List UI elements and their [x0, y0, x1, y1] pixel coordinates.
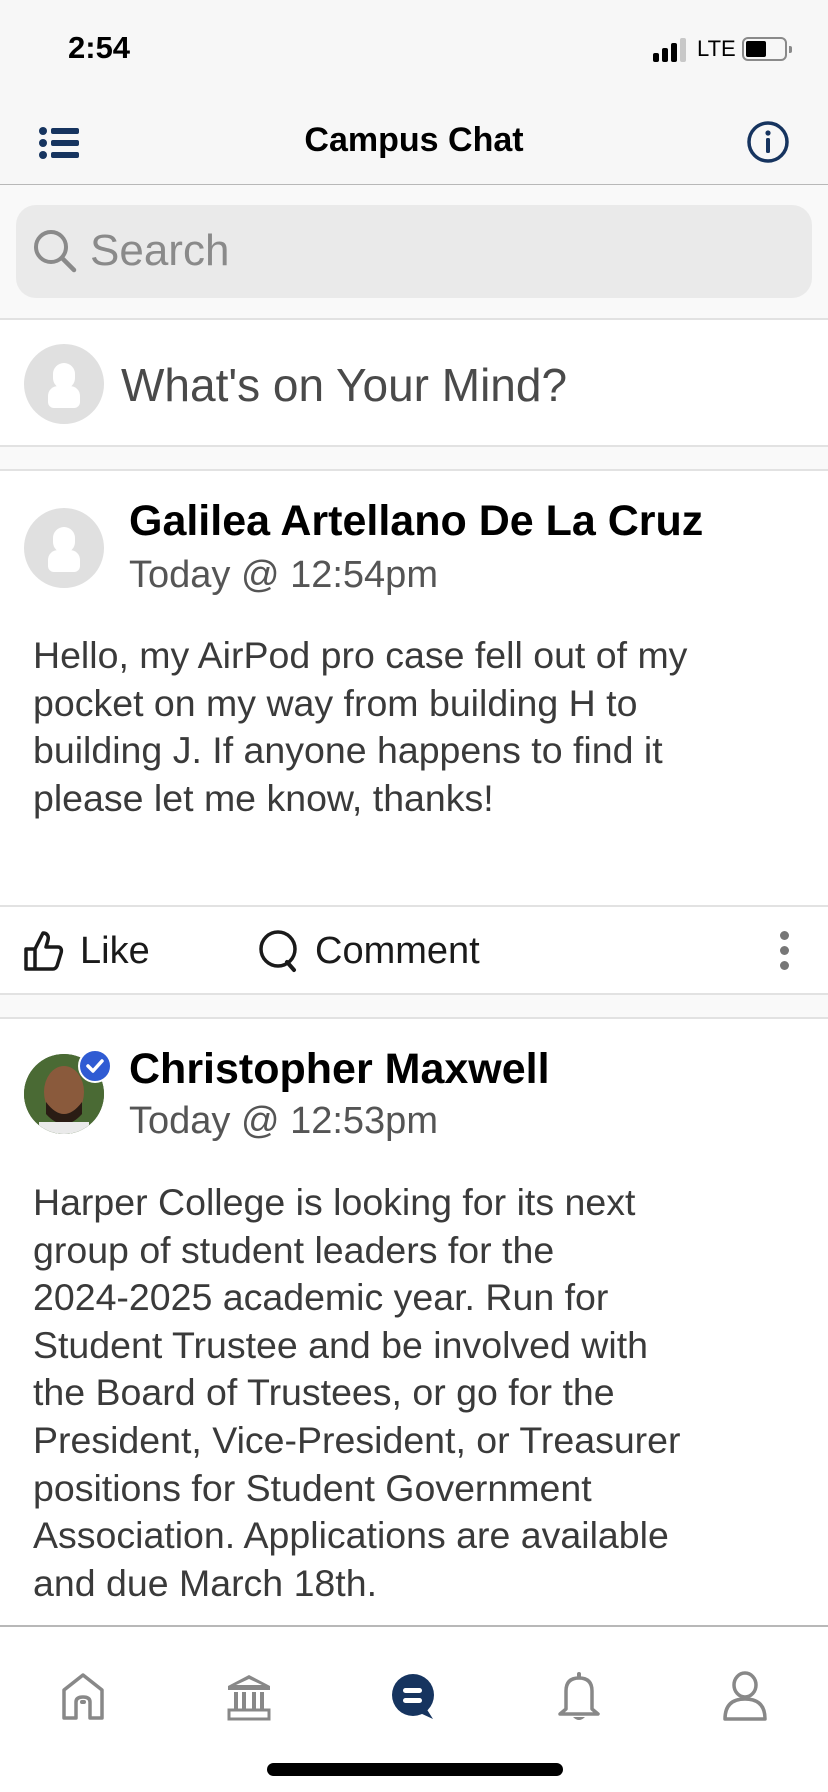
author-avatar[interactable]: [24, 508, 104, 588]
like-button[interactable]: Like: [22, 907, 150, 995]
like-label: Like: [80, 929, 150, 972]
search-input[interactable]: [90, 220, 790, 282]
post-timestamp: Today @ 12:53pm: [129, 1100, 438, 1142]
more-options-button[interactable]: [770, 929, 798, 973]
comment-button[interactable]: Comment: [257, 907, 480, 995]
post-body: Harper College is looking for its next g…: [33, 1181, 681, 1604]
post-author[interactable]: Christopher Maxwell: [129, 1045, 550, 1094]
post-author[interactable]: Galilea Artellano De La Cruz: [129, 497, 703, 546]
bell-icon: [558, 1672, 600, 1720]
chat-icon: [392, 1674, 434, 1719]
comment-icon: [259, 930, 297, 972]
network-type: LTE: [697, 36, 736, 61]
page-title: Campus Chat: [304, 121, 524, 159]
section-divider: [0, 995, 828, 1019]
search-icon: [34, 230, 77, 273]
info-button[interactable]: [746, 120, 790, 164]
comment-label: Comment: [315, 929, 480, 972]
status-time: 2:54: [68, 30, 131, 65]
tab-chat[interactable]: [384, 1667, 444, 1727]
post-card: Galilea Artellano De La Cruz Today @ 12:…: [0, 473, 828, 905]
home-indicator[interactable]: [267, 1763, 563, 1776]
current-user-avatar: [24, 344, 104, 424]
search-area: [0, 185, 828, 320]
verified-badge: [78, 1049, 112, 1083]
signal-icon: [653, 38, 686, 62]
checkmark-icon: [86, 1059, 104, 1073]
institution-icon: [227, 1675, 271, 1721]
tab-home[interactable]: [53, 1667, 113, 1727]
tab-campus[interactable]: [219, 1667, 279, 1727]
person-icon: [723, 1671, 767, 1721]
post-actions: Like Comment: [0, 905, 828, 995]
composer-prompt[interactable]: What's on Your Mind?: [121, 358, 567, 412]
tab-profile[interactable]: [715, 1667, 775, 1727]
section-divider: [0, 447, 828, 471]
nav-bar: Campus Chat: [0, 105, 828, 185]
post-timestamp: Today @ 12:54pm: [129, 554, 438, 596]
post-body: Hello, my AirPod pro case fell out of my…: [33, 634, 688, 819]
post-card: Christopher Maxwell Today @ 12:53pm Harp…: [0, 1021, 828, 1625]
search-bar[interactable]: [16, 205, 812, 298]
battery-icon: [742, 37, 792, 61]
thumbs-up-icon: [24, 931, 64, 971]
info-icon: [747, 121, 789, 163]
status-bar: 2:54 LTE: [0, 0, 828, 105]
post-composer[interactable]: What's on Your Mind?: [0, 321, 828, 447]
tab-notifications[interactable]: [549, 1667, 609, 1727]
home-icon: [62, 1673, 104, 1720]
